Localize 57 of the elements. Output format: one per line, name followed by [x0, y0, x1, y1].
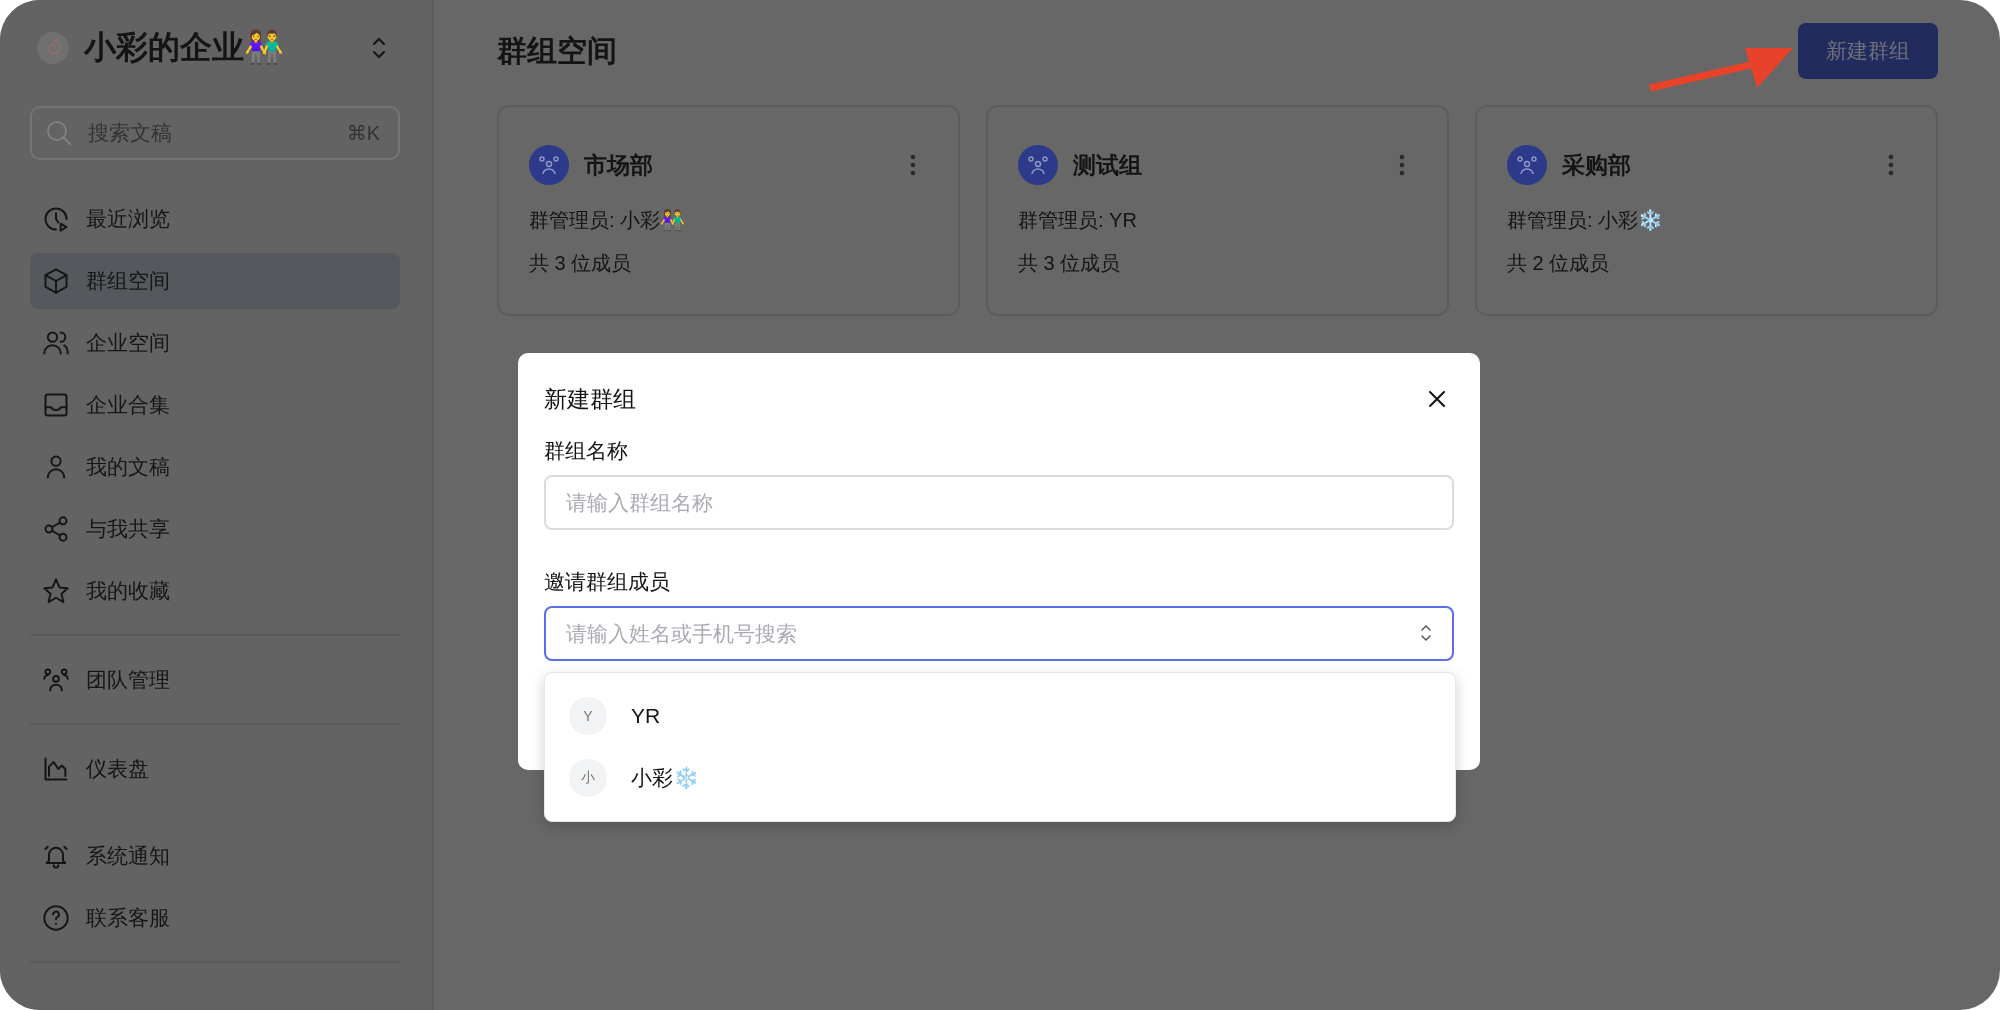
clock-icon [42, 205, 70, 233]
star-icon [42, 577, 70, 605]
group-admin: 群管理员: YR [1018, 208, 1138, 233]
switch-icon [372, 36, 386, 60]
nav-item[interactable]: 团队管理 [30, 652, 400, 708]
member-name: 小彩❄ [631, 765, 699, 791]
group-card[interactable]: 测试组 群管理员: YR 共 3 位成员 [986, 105, 1449, 316]
page-title: 群组空间 [497, 32, 617, 69]
more-icon [1888, 154, 1894, 176]
group-name: 测试组 [1073, 150, 1143, 180]
workspace-name: 小彩的企业👫 [84, 28, 285, 67]
member-select[interactable]: 请输入姓名或手机号搜索 [544, 606, 1454, 661]
member-option[interactable]: Y YR [545, 685, 1455, 747]
more-icon [910, 154, 916, 176]
group-name: 采购部 [1562, 150, 1632, 180]
nav-item[interactable]: 群组空间 [30, 253, 400, 309]
inbox-icon [42, 391, 70, 419]
more-icon [1399, 154, 1405, 176]
nav-item[interactable]: 仪表盘 [30, 741, 400, 797]
group-avatar-icon [1507, 145, 1547, 185]
group-name: 市场部 [584, 150, 654, 180]
spiral-logo-icon [36, 31, 70, 65]
input-field[interactable]: 请输入群组名称 [544, 475, 1454, 530]
field-label: 群组名称 [544, 438, 629, 464]
nav-item[interactable]: 企业合集 [30, 377, 400, 433]
group-avatar-icon [1018, 145, 1058, 185]
help-icon [42, 904, 70, 932]
users-icon [42, 329, 70, 357]
nav-item[interactable]: 最近浏览 [30, 191, 400, 247]
nav-item[interactable]: 系统通知 [30, 828, 400, 884]
chart-icon [42, 755, 70, 783]
member-name: YR [631, 704, 661, 728]
member-count: 共 2 位成员 [1507, 251, 1611, 276]
chevron-updown-icon [1420, 623, 1432, 643]
cube-icon [42, 267, 70, 295]
group-admin: 群管理员: 小彩❄ [1507, 208, 1665, 233]
dialog-title: 新建群组 [544, 384, 636, 414]
nav-item[interactable]: 我的文稿 [30, 439, 400, 495]
nav-item[interactable]: 我的收藏 [30, 563, 400, 619]
field-label: 邀请群组成员 [544, 569, 671, 595]
search-icon [46, 120, 72, 146]
group-card[interactable]: 采购部 群管理员: 小彩❄ 共 2 位成员 [1475, 105, 1938, 316]
avatar-initial: Y [569, 697, 607, 735]
member-option[interactable]: 小 小彩❄ [545, 747, 1455, 809]
member-count: 共 3 位成员 [1018, 251, 1122, 276]
member-count: 共 3 位成员 [529, 251, 633, 276]
group-avatar-icon [529, 145, 569, 185]
group-admin: 群管理员: 小彩👫 [529, 208, 687, 233]
share-icon [42, 515, 70, 543]
group-card[interactable]: 市场部 群管理员: 小彩👫 共 3 位成员 [497, 105, 960, 316]
team-icon [42, 666, 70, 694]
nav-item[interactable]: 企业空间 [30, 315, 400, 371]
nav-item[interactable]: 联系客服 [30, 890, 400, 946]
nav-item[interactable]: 与我共享 [30, 501, 400, 557]
avatar-initial: 小 [569, 759, 607, 797]
new-group-button[interactable]: 新建群组 [1798, 23, 1938, 79]
close-icon[interactable] [1428, 390, 1446, 408]
